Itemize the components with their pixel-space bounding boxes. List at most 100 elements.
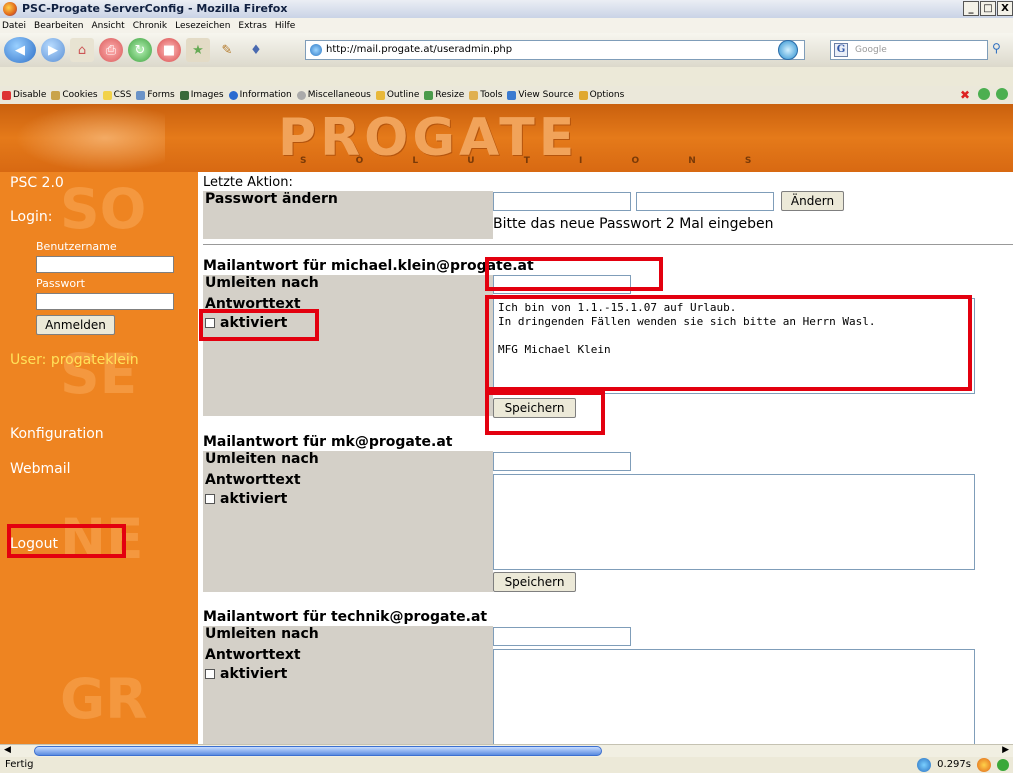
images-icon [179, 90, 189, 100]
redirect-input[interactable] [493, 627, 631, 646]
menu-extras[interactable]: Extras [238, 21, 266, 31]
activated-checkbox-label[interactable]: aktiviert [205, 491, 287, 507]
dev-cookies[interactable]: Cookies [51, 90, 98, 100]
timer-icon [917, 758, 932, 772]
divider [203, 244, 1013, 245]
logo-tagline: S O L U T I O N S [300, 156, 775, 166]
search-placeholder: Google [855, 45, 887, 55]
status-right: 0.297s [917, 757, 1009, 773]
scrollbar-thumb[interactable] [34, 746, 602, 756]
username-label: Benutzername [36, 240, 117, 253]
menu-bar: Datei Bearbeiten Ansicht Chronik Lesezei… [0, 18, 1013, 33]
highlight-box [199, 309, 319, 341]
dev-outline[interactable]: Outline [375, 90, 419, 100]
menu-lesezeichen[interactable]: Lesezeichen [175, 21, 230, 31]
sidebar-watermark: SO [60, 177, 147, 241]
dev-forms[interactable]: Forms [136, 90, 175, 100]
page-content: PROGATE S O L U T I O N S SO SE NE GR PS… [0, 104, 1013, 744]
load-time: 0.297s [937, 759, 971, 770]
last-action-label: Letzte Aktion: [203, 175, 293, 190]
dev-view-source[interactable]: View Source [507, 90, 574, 100]
search-go-icon[interactable]: ⚲ [992, 41, 1001, 55]
login-button[interactable]: Anmelden [36, 315, 115, 335]
back-icon[interactable]: ◀ [4, 37, 36, 63]
options-icon [578, 90, 588, 100]
mailreply-title: Mailantwort für technik@progate.at [203, 609, 488, 625]
activated-text: aktiviert [220, 666, 288, 682]
scroll-left-icon[interactable]: ◀ [4, 745, 11, 755]
forms-icon [136, 90, 146, 100]
window-title: PSC-Progate ServerConfig - Mozilla Firef… [22, 2, 288, 15]
maximize-button[interactable]: □ [980, 1, 996, 16]
nav-konfiguration[interactable]: Konfiguration [10, 426, 104, 442]
home-icon[interactable]: ⌂ [70, 38, 94, 62]
close-button[interactable]: X [997, 1, 1013, 16]
globe-icon [310, 44, 322, 56]
username-input[interactable] [36, 256, 174, 273]
dev-resize[interactable]: Resize [424, 90, 464, 100]
redirect-label: Umleiten nach [205, 275, 319, 291]
extension-icon[interactable]: ♦ [244, 38, 268, 62]
activated-checkbox-label[interactable]: aktiviert [205, 666, 287, 682]
search-box[interactable]: G Google [830, 40, 988, 60]
reply-textarea[interactable] [493, 649, 975, 744]
reload-icon[interactable]: ↻ [128, 38, 152, 62]
dev-disable[interactable]: Disable [2, 90, 46, 100]
stop-icon[interactable]: ■ [157, 38, 181, 62]
status-ok-icon[interactable] [997, 759, 1009, 771]
highlight-box [485, 391, 605, 435]
google-icon: G [834, 43, 848, 57]
css-icon [102, 90, 112, 100]
repeat-password-input[interactable] [636, 192, 774, 211]
change-password-button[interactable]: Ändern [781, 191, 844, 211]
dev-information[interactable]: Information [228, 90, 292, 100]
activated-checkbox[interactable] [205, 494, 215, 504]
url-text: http://mail.progate.at/useradmin.php [326, 44, 513, 55]
menu-ansicht[interactable]: Ansicht [91, 21, 124, 31]
login-label: Login: [10, 209, 53, 225]
firefox-icon [3, 2, 17, 16]
dev-miscellaneous[interactable]: Miscellaneous [296, 90, 371, 100]
title-bar: PSC-Progate ServerConfig - Mozilla Firef… [0, 0, 1013, 18]
devbar-close-icon[interactable]: ✖ [960, 88, 970, 102]
password-label: Passwort [36, 277, 85, 290]
menu-bearbeiten[interactable]: Bearbeiten [34, 21, 83, 31]
highlight-box [485, 257, 663, 291]
redirect-label: Umleiten nach [205, 451, 319, 467]
forward-icon[interactable]: ▶ [41, 38, 65, 62]
save-button[interactable]: Speichern [493, 572, 576, 592]
new-password-input[interactable] [493, 192, 631, 211]
menu-chronik[interactable]: Chronik [133, 21, 167, 31]
redirect-input[interactable] [493, 452, 631, 471]
reply-text-label: Antworttext [205, 647, 301, 663]
menu-hilfe[interactable]: Hilfe [275, 21, 295, 31]
devbar-valid-icon[interactable] [996, 88, 1008, 100]
highlight-box [485, 295, 972, 391]
devbar-ok-icon[interactable] [978, 88, 990, 100]
password-input[interactable] [36, 293, 174, 310]
cookies-icon [51, 90, 61, 100]
activated-checkbox[interactable] [205, 669, 215, 679]
go-icon[interactable] [778, 40, 798, 60]
minimize-button[interactable]: _ [963, 1, 979, 16]
outline-icon [375, 90, 385, 100]
mailreply-title: Mailantwort für mk@progate.at [203, 434, 453, 450]
dev-options[interactable]: Options [578, 90, 624, 100]
bookmark-icon[interactable]: ★ [186, 38, 210, 62]
menu-datei[interactable]: Datei [2, 21, 26, 31]
highlight-box [7, 524, 126, 558]
browser-window: PSC-Progate ServerConfig - Mozilla Firef… [0, 0, 1013, 773]
dev-images[interactable]: Images [179, 90, 224, 100]
redirect-label: Umleiten nach [205, 626, 319, 642]
horizontal-scrollbar[interactable]: ◀ ▶ [0, 744, 1013, 757]
reply-textarea[interactable] [493, 474, 975, 570]
tools-icon[interactable]: ✎ [215, 38, 239, 62]
firebug-icon[interactable] [977, 758, 991, 772]
dev-tools[interactable]: Tools [469, 90, 502, 100]
scroll-right-icon[interactable]: ▶ [1002, 745, 1009, 755]
url-bar[interactable]: http://mail.progate.at/useradmin.php [305, 40, 805, 60]
dev-css[interactable]: CSS [102, 90, 131, 100]
print-icon[interactable]: ⎙ [99, 38, 123, 62]
password-hint: Bitte das neue Passwort 2 Mal eingeben [493, 216, 774, 232]
nav-webmail[interactable]: Webmail [10, 461, 71, 477]
